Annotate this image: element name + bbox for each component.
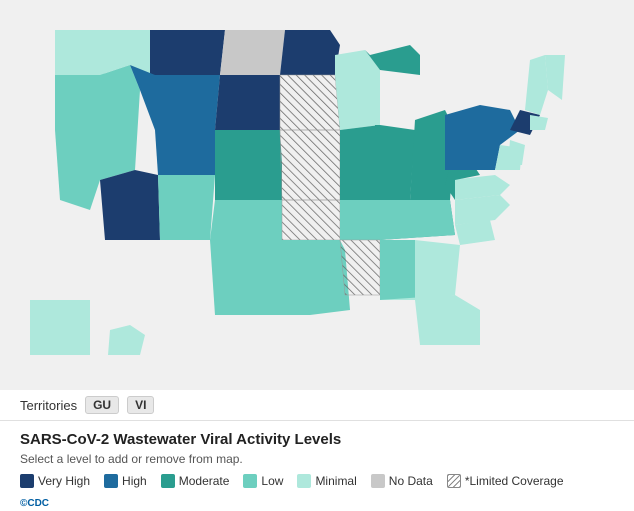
state-mn[interactable]: [280, 30, 340, 75]
legend-label-high: High: [122, 474, 147, 488]
state-ok[interactable]: [210, 200, 282, 240]
panel-title: SARS-CoV-2 Wastewater Viral Activity Lev…: [20, 431, 614, 448]
territory-vi[interactable]: VI: [127, 396, 154, 414]
state-ak[interactable]: [30, 300, 90, 355]
legend-swatch-limited: [447, 474, 461, 488]
state-sd[interactable]: [215, 75, 280, 130]
legend-label-no-data: No Data: [389, 474, 433, 488]
state-ks[interactable]: [215, 165, 282, 200]
legend-limited[interactable]: *Limited Coverage: [447, 474, 564, 488]
state-ga[interactable]: [415, 240, 460, 300]
legend-label-minimal: Minimal: [315, 474, 356, 488]
legend-swatch-low: [243, 474, 257, 488]
legend-swatch-very-high: [20, 474, 34, 488]
state-wa[interactable]: [55, 30, 105, 75]
legend-swatch-minimal: [297, 474, 311, 488]
legend-swatch-no-data: [371, 474, 385, 488]
cdc-logo: ©CDC: [0, 496, 634, 511]
state-al[interactable]: [380, 240, 415, 300]
territories-label: Territories: [20, 398, 77, 413]
legend-minimal[interactable]: Minimal: [297, 474, 356, 488]
info-panel: SARS-CoV-2 Wastewater Viral Activity Lev…: [0, 421, 634, 496]
legend-label-low: Low: [261, 474, 283, 488]
state-nd[interactable]: [220, 30, 285, 75]
state-ms[interactable]: [340, 240, 380, 295]
state-pa[interactable]: [445, 145, 500, 170]
legend-no-data[interactable]: No Data: [371, 474, 433, 488]
state-nv[interactable]: [100, 65, 140, 180]
state-il[interactable]: [340, 125, 380, 200]
state-wy[interactable]: [150, 75, 220, 130]
state-in[interactable]: [375, 125, 415, 200]
legend-very-high[interactable]: Very High: [20, 474, 90, 488]
state-nm[interactable]: [158, 175, 215, 240]
state-mt[interactable]: [150, 30, 225, 75]
territory-gu[interactable]: GU: [85, 396, 119, 414]
legend-high[interactable]: High: [104, 474, 147, 488]
legend-swatch-moderate: [161, 474, 175, 488]
legend-label-limited: *Limited Coverage: [465, 474, 564, 488]
legend-label-very-high: Very High: [38, 474, 90, 488]
legend: Very High High Moderate Low Minimal No D…: [20, 474, 614, 488]
state-ia[interactable]: [280, 75, 340, 130]
legend-moderate[interactable]: Moderate: [161, 474, 230, 488]
state-co[interactable]: [155, 130, 215, 175]
state-wi[interactable]: [335, 50, 380, 130]
state-tn[interactable]: [340, 200, 455, 240]
state-az[interactable]: [100, 170, 160, 240]
map-container: [0, 0, 634, 390]
panel-subtitle: Select a level to add or remove from map…: [20, 452, 614, 466]
state-ca[interactable]: [55, 130, 100, 210]
state-mo[interactable]: [280, 130, 340, 200]
territories-bar: Territories GU VI: [0, 390, 634, 421]
legend-label-moderate: Moderate: [179, 474, 230, 488]
legend-low[interactable]: Low: [243, 474, 283, 488]
state-ne[interactable]: [215, 130, 282, 165]
legend-swatch-high: [104, 474, 118, 488]
state-ar[interactable]: [282, 200, 340, 240]
